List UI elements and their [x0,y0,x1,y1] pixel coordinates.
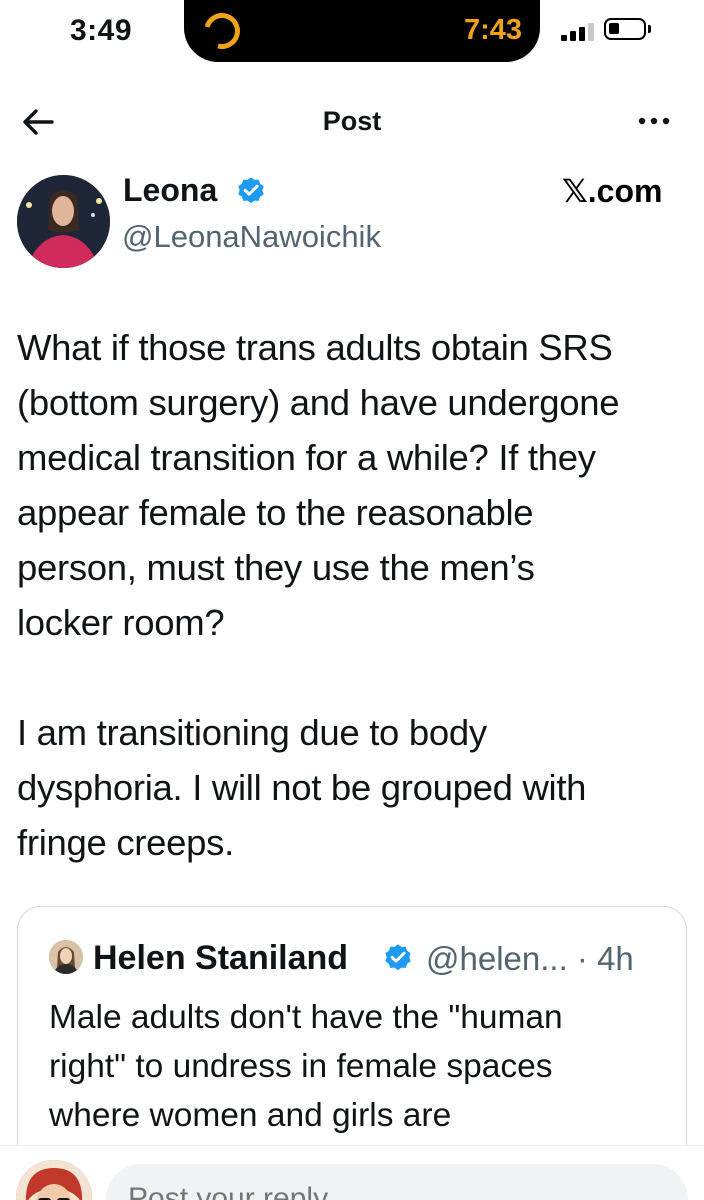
quoted-author-handle: @helen... · 4h [426,940,634,977]
island-timer: 7:43 [463,14,522,46]
author-handle[interactable]: @LeonaNawoichik [122,219,381,255]
cellular-signal-icon [561,23,597,41]
nav-header: Post [0,92,704,152]
more-horizontal-icon [638,117,670,125]
reply-bar [0,1145,704,1200]
battery-tip [648,25,651,33]
quoted-author-avatar [49,940,83,974]
post-body: What if those trans adults obtain SRS (b… [17,320,697,870]
post-paragraph: What if those trans adults obtain SRS (b… [17,327,620,643]
status-time: 3:49 [70,14,133,47]
my-avatar[interactable] [16,1160,92,1200]
timer-ring-icon [197,6,247,56]
more-options-button[interactable] [636,106,672,136]
source-label: 𝕏.com [562,173,663,209]
author-avatar[interactable] [17,175,110,268]
dynamic-island[interactable]: 7:43 [184,0,540,62]
post-paragraph: I am transitioning due to body dysphoria… [17,712,587,863]
page-title: Post [322,106,382,136]
verified-badge-icon [238,177,264,204]
reply-input[interactable] [106,1164,688,1200]
quoted-author-name: Helen Staniland [93,939,349,977]
my-avatar-image [16,1160,92,1200]
verified-badge-icon [385,944,411,971]
status-bar: 3:49 7:43 [0,0,704,62]
quoted-avatar-image [49,940,83,974]
author-avatar-image [17,175,110,268]
battery-icon [604,18,646,40]
author-name[interactable]: Leona [123,172,217,209]
